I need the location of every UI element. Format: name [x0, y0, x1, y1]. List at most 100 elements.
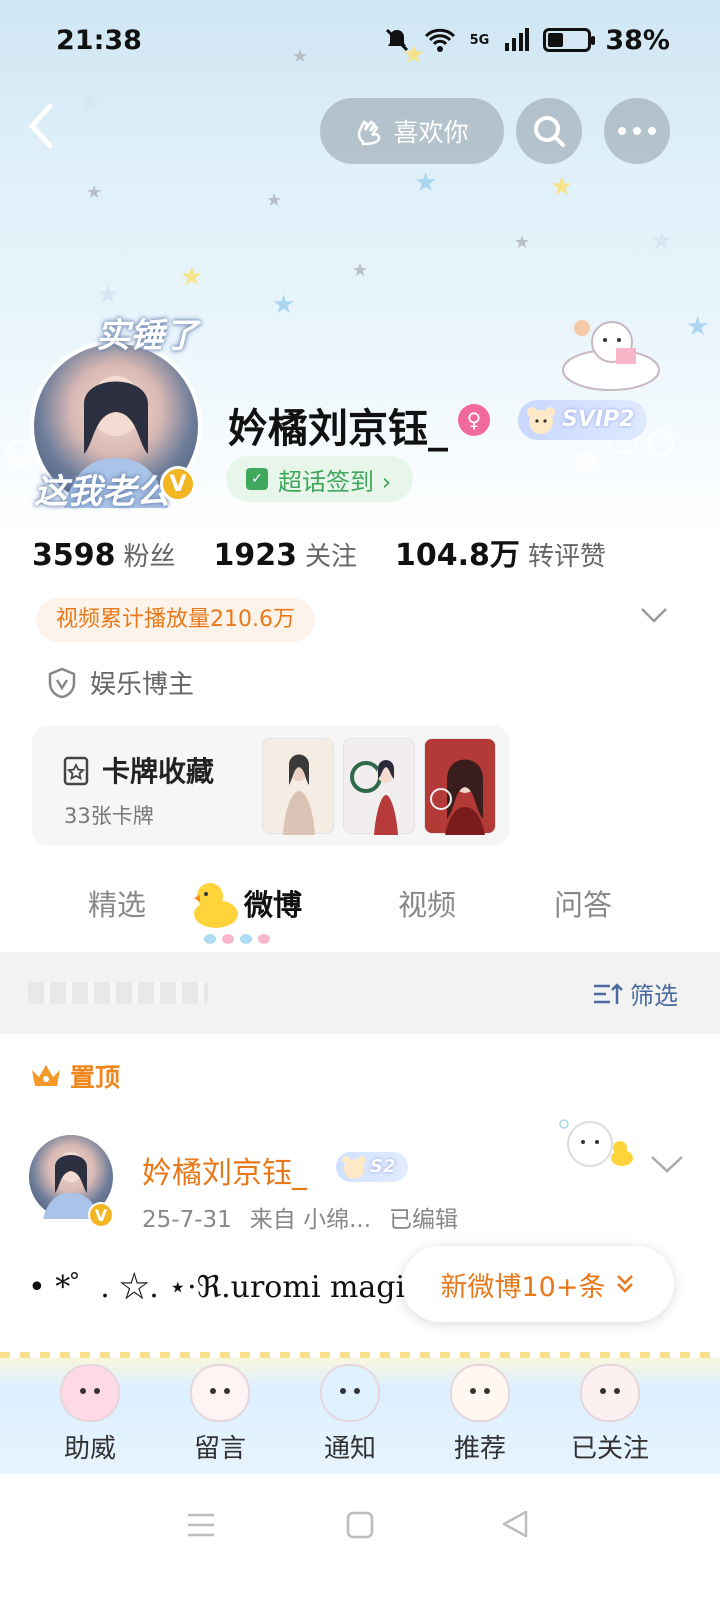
search-button[interactable]	[516, 98, 582, 164]
super-topic-checkin-button[interactable]: ✓ 超话签到 ›	[226, 456, 414, 502]
card-thumbnail[interactable]	[424, 738, 496, 835]
profile-bottom-nav: 助威 留言 通知 推荐 已关注	[0, 1352, 720, 1474]
star-decoration-icon: ★	[514, 232, 531, 253]
duck-icon	[194, 883, 238, 928]
bubble-decoration	[576, 452, 596, 472]
card-collection-title: 卡牌收藏	[102, 755, 215, 788]
tab-featured[interactable]: 精选	[88, 882, 146, 924]
calendar-check-icon: ✓	[246, 468, 268, 490]
nav-label: 已关注	[570, 1434, 649, 1464]
nav-label: 助威	[63, 1434, 116, 1464]
more-options-button[interactable]	[604, 98, 670, 164]
star-decoration-icon: ★	[180, 262, 204, 292]
creator-role: 娱乐博主	[48, 664, 194, 701]
bunny-message-icon	[190, 1364, 250, 1422]
menu-key-icon[interactable]	[186, 1508, 216, 1548]
home-key-icon[interactable]	[346, 1508, 374, 1548]
bunny-cheer-icon	[60, 1364, 120, 1422]
nav-notify[interactable]: 通知	[290, 1352, 410, 1474]
network-type: 5G	[469, 32, 490, 48]
post-source[interactable]: 来自 小绵...	[250, 1207, 371, 1233]
battery-percent: 38%	[605, 24, 670, 56]
filter-bar: 筛选	[0, 952, 720, 1034]
avatar-frame-bottom-text: 这我老公	[34, 472, 170, 512]
star-decoration-icon: ★	[550, 172, 574, 202]
back-key-icon[interactable]	[500, 1508, 530, 1548]
stat-number: 1923	[213, 538, 298, 573]
profile-top-bar: 喜欢你	[0, 98, 720, 164]
bunny-bathtub-icon	[580, 1364, 640, 1422]
tab-qa[interactable]: 问答	[554, 882, 612, 924]
tab-active-indicator	[204, 934, 270, 944]
wifi-icon	[424, 28, 455, 52]
like-you-label: 喜欢你	[393, 118, 469, 147]
profile-username: 妗橘刘京钰_	[228, 406, 448, 452]
stat-number: 3598	[32, 538, 116, 573]
verified-badge-icon: V	[160, 466, 196, 502]
star-decoration-icon: ★	[272, 290, 296, 320]
jar-notify-icon	[320, 1364, 380, 1422]
back-button[interactable]	[24, 102, 74, 162]
video-plays-badge: 视频累计播放量210.6万	[36, 598, 315, 642]
post-edited: 已编辑	[389, 1207, 459, 1233]
like-you-button[interactable]: 喜欢你	[320, 98, 504, 164]
cell-signal-icon	[505, 28, 530, 51]
loading-placeholder	[28, 982, 208, 1004]
battery-icon	[543, 28, 596, 52]
filter-button[interactable]: 筛选	[592, 976, 678, 1011]
nav-cheer[interactable]: 助威	[30, 1352, 150, 1474]
chevron-left-icon	[28, 103, 53, 149]
star-decoration-icon: ★	[352, 260, 369, 281]
card-collection[interactable]: 卡牌收藏 33张卡牌	[32, 726, 510, 846]
nav-message[interactable]: 留言	[160, 1352, 280, 1474]
svip-badge[interactable]: SVIP2	[518, 400, 647, 440]
stat-label: 粉丝	[123, 542, 176, 572]
status-time: 21:38	[56, 24, 142, 56]
stat-interactions[interactable]: 104.8万 转评赞	[395, 530, 606, 574]
nav-label: 推荐	[453, 1434, 506, 1464]
expand-profile-button[interactable]	[640, 600, 668, 630]
mute-bell-icon	[385, 28, 408, 52]
chevron-down-icon	[641, 608, 667, 623]
post-author-name[interactable]: 妗橘刘京钰_	[142, 1148, 307, 1192]
post-date: 25-7-31	[142, 1207, 232, 1233]
card-thumbnail[interactable]	[262, 738, 334, 835]
system-navigation-bar	[0, 1474, 720, 1604]
card-thumbnail[interactable]	[343, 738, 415, 835]
sort-icon	[594, 982, 623, 1004]
chevron-down-icon	[651, 1156, 683, 1173]
stat-number: 104.8万	[395, 538, 520, 573]
star-decoration-icon: ★	[266, 190, 283, 211]
post-level-label: S2	[370, 1156, 396, 1177]
star-decoration-icon: ★	[96, 280, 120, 310]
star-decoration-icon: ★	[650, 226, 674, 256]
star-decoration-icon: ★	[86, 182, 103, 203]
new-posts-label: 新微博10+条	[440, 1271, 606, 1303]
stat-followers[interactable]: 3598 粉丝	[32, 536, 176, 573]
search-icon	[534, 116, 565, 147]
bear-badge-icon	[527, 407, 555, 434]
nav-followed[interactable]: 已关注	[550, 1352, 670, 1474]
stat-following[interactable]: 1923 关注	[214, 536, 358, 573]
new-posts-button[interactable]: 新微博10+条	[402, 1246, 674, 1322]
star-decoration-icon: ★	[686, 312, 710, 342]
pinned-text: 置顶	[70, 1063, 121, 1092]
bear-badge-icon	[342, 1156, 366, 1179]
post-text[interactable]: • *゜. ☆. ⋆·ℜ.uromi magic	[28, 1262, 422, 1306]
crown-icon	[32, 1065, 60, 1086]
creator-role-label: 娱乐博主	[90, 670, 195, 700]
pinned-label: 置顶	[30, 1058, 120, 1094]
profile-stats: 3598 粉丝 1923 关注 104.8万 转评赞	[32, 530, 644, 574]
profile-avatar-frame[interactable]: 实锤了 这我老公 V	[30, 316, 202, 512]
post-menu-button[interactable]	[650, 1150, 684, 1180]
bunny-recommend-icon	[450, 1364, 510, 1422]
bunny-duck-decoration	[559, 1119, 633, 1167]
double-chevron-down-icon	[617, 1275, 634, 1293]
stat-label: 关注	[305, 542, 358, 572]
nav-label: 通知	[323, 1434, 376, 1464]
checkin-label: 超话签到 ›	[278, 467, 392, 496]
tab-videos[interactable]: 视频	[398, 882, 456, 924]
tab-weibo[interactable]: 微博	[244, 882, 302, 924]
nav-recommend[interactable]: 推荐	[420, 1352, 540, 1474]
avatar-frame-top-text: 实锤了	[96, 316, 198, 356]
